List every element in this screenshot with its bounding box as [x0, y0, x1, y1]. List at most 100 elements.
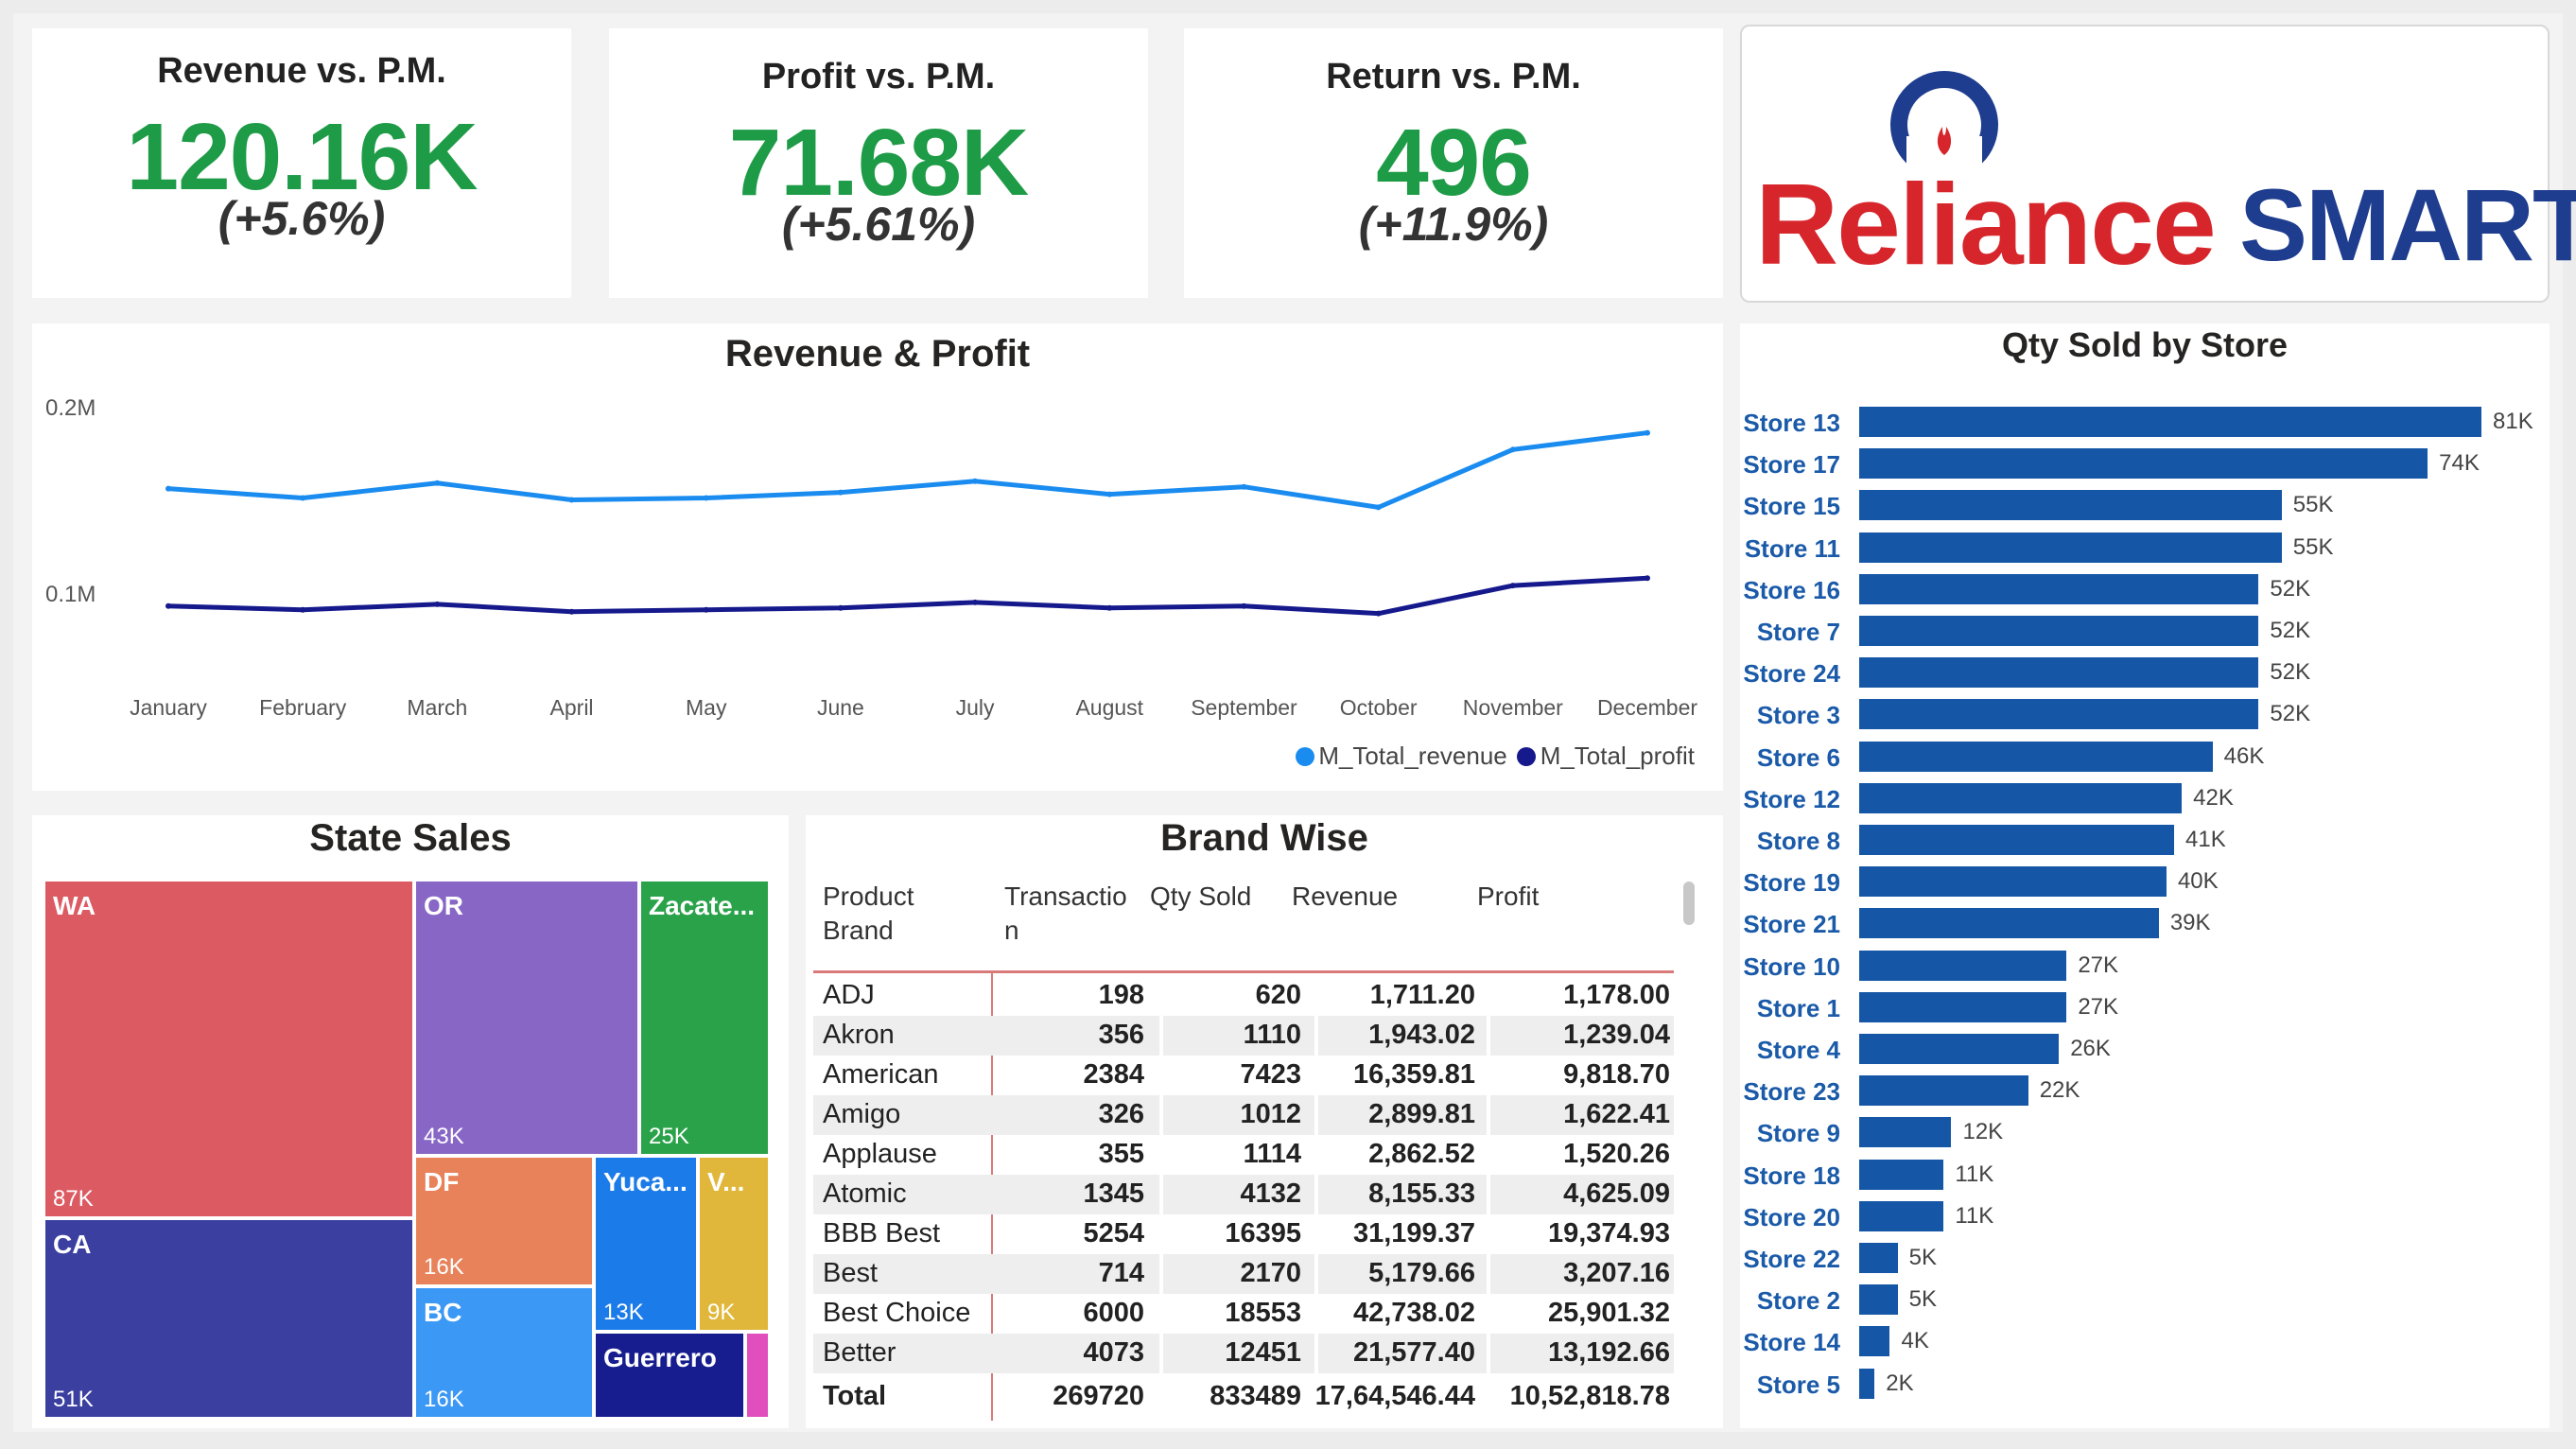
column-header[interactable]: Transactio n	[1004, 880, 1127, 948]
table-cell: 6000	[1083, 1298, 1144, 1328]
data-point[interactable]	[568, 608, 575, 615]
table-row[interactable]: ADJ 198 620 1,711.20 1,178.00	[813, 976, 1674, 1016]
table-cell: 2,862.52	[1368, 1139, 1475, 1169]
store-bar[interactable]	[1859, 1326, 1890, 1357]
store-bar[interactable]	[1859, 616, 2259, 646]
store-value-label: 12K	[1962, 1119, 2004, 1145]
data-point[interactable]	[1645, 575, 1650, 582]
brand-wise-table[interactable]: Brand Wise Product Brand Transactio n Qty So…	[806, 815, 1723, 1428]
store-bar[interactable]	[1859, 866, 2167, 898]
store-bar[interactable]	[1859, 490, 2282, 521]
state-sales-chart[interactable]: State Sales WA 87K CA 51K OR 43K Zacate... 25K D…	[32, 815, 789, 1428]
store-bar[interactable]	[1859, 825, 2175, 855]
store-bar[interactable]	[1859, 950, 2067, 981]
table-row[interactable]: American 2384 7423 16,359.81 9,818.70	[813, 1056, 1674, 1095]
treemap-value: 51K	[53, 1387, 94, 1412]
store-bar[interactable]	[1859, 1368, 1875, 1399]
data-point[interactable]	[165, 485, 171, 492]
data-point[interactable]	[837, 489, 844, 496]
table-row[interactable]: Amigo 326 1012 2,899.81 1,622.41	[813, 1095, 1674, 1135]
table-cell: 25,901.32	[1547, 1298, 1670, 1328]
series-line-revenue[interactable]	[167, 430, 1648, 510]
kpi-card-return[interactable]: Return vs. P.M. 496 (+11.9%)	[1184, 28, 1723, 298]
data-point[interactable]	[837, 604, 844, 611]
column-header[interactable]: Revenue	[1292, 880, 1398, 914]
store-bar[interactable]	[1859, 699, 2259, 730]
treemap-cell[interactable]: Yuca... 13K	[594, 1156, 698, 1332]
kpi-card-profit[interactable]: Profit vs. P.M. 71.68K (+5.61%)	[609, 28, 1148, 298]
legend-revenue-dot	[1295, 746, 1314, 766]
table-row[interactable]: Better 4073 12451 21,577.40 13,192.66	[813, 1334, 1674, 1373]
store-value-label: 11K	[1955, 1202, 1994, 1229]
data-point[interactable]	[300, 495, 306, 501]
data-point[interactable]	[703, 495, 709, 501]
revenue-profit-chart[interactable]: Revenue & Profit 0.2M 0.1M January February…	[32, 323, 1723, 791]
data-point[interactable]	[300, 606, 306, 613]
table-row[interactable]: Best Choice 6000 18553 42,738.02 25,901.32	[813, 1294, 1674, 1334]
data-point[interactable]	[972, 478, 979, 484]
treemap-cell[interactable]: Guerrero	[594, 1332, 745, 1419]
data-point[interactable]	[434, 601, 441, 607]
logo-card: Reliance SMART	[1740, 25, 2576, 303]
store-bar[interactable]	[1859, 532, 2282, 563]
store-bar[interactable]	[1859, 1117, 1952, 1148]
treemap-cell[interactable]: DF 16K	[414, 1156, 594, 1286]
qty-by-store-chart[interactable]: Qty Sold by Store Store 13 81K Store 17 74K…	[1740, 323, 2550, 1428]
column-header-line: Qty Sold	[1150, 882, 1252, 911]
treemap-cell[interactable]	[745, 1332, 770, 1419]
treemap-cell[interactable]: BC 16K	[414, 1286, 594, 1419]
table-row[interactable]: Applause 355 1114 2,862.52 1,520.26	[813, 1135, 1674, 1175]
store-bar[interactable]	[1859, 1284, 1898, 1316]
data-point[interactable]	[1241, 483, 1247, 490]
column-header[interactable]: Profit	[1477, 880, 1539, 914]
data-point[interactable]	[1106, 604, 1113, 611]
store-bar[interactable]	[1859, 991, 2067, 1022]
store-bar[interactable]	[1859, 448, 2428, 480]
kpi-card-revenue[interactable]: Revenue vs. P.M. 120.16K (+5.6%)	[32, 28, 571, 298]
column-header[interactable]: Product Brand	[823, 880, 914, 948]
data-point[interactable]	[972, 599, 979, 605]
store-bar[interactable]	[1859, 741, 2213, 772]
store-bar[interactable]	[1859, 1243, 1898, 1273]
x-tick-label: October	[1340, 695, 1418, 720]
table-cell: 1,178.00	[1563, 980, 1670, 1010]
store-bar[interactable]	[1859, 573, 2259, 604]
data-point[interactable]	[568, 497, 575, 503]
store-bar[interactable]	[1859, 1034, 2060, 1064]
data-point[interactable]	[1375, 504, 1382, 511]
table-row[interactable]: Best 714 2170 5,179.66 3,207.16	[813, 1254, 1674, 1294]
table-row[interactable]: Atomic 1345 4132 8,155.33 4,625.09	[813, 1175, 1674, 1214]
table-total-row[interactable]: Total 269720 833489 17,64,546.44 10,52,818.7…	[813, 1377, 1674, 1417]
data-point[interactable]	[703, 606, 709, 613]
table-cell: 326	[1098, 1099, 1144, 1129]
data-point[interactable]	[1645, 429, 1650, 436]
store-bar[interactable]	[1859, 1200, 1944, 1231]
table-cell: 1345	[1083, 1178, 1144, 1209]
store-bar[interactable]	[1859, 1159, 1944, 1190]
table-row[interactable]: Akron 356 1110 1,943.02 1,239.04	[813, 1016, 1674, 1056]
table-cell: 1,520.26	[1563, 1139, 1670, 1169]
data-point[interactable]	[1509, 446, 1516, 453]
treemap-cell[interactable]: OR 43K	[414, 880, 639, 1156]
store-bar[interactable]	[1859, 1075, 2028, 1107]
store-value-label: 42K	[2193, 784, 2234, 811]
data-point[interactable]	[1241, 602, 1247, 609]
treemap-cell[interactable]: CA 51K	[44, 1218, 414, 1419]
treemap-cell[interactable]: V... 9K	[698, 1156, 770, 1332]
data-point[interactable]	[434, 480, 441, 486]
treemap-cell[interactable]: Zacate... 25K	[639, 880, 770, 1156]
data-point[interactable]	[1509, 583, 1516, 589]
store-bar[interactable]	[1859, 782, 2183, 813]
treemap-cell[interactable]: WA 87K	[44, 880, 414, 1218]
store-bar[interactable]	[1859, 407, 2481, 437]
data-point[interactable]	[1106, 491, 1113, 498]
kpi-delta: (+11.9%)	[1358, 198, 1549, 251]
data-point[interactable]	[1375, 610, 1382, 617]
store-bar[interactable]	[1859, 908, 2159, 939]
store-value-label: 5K	[1908, 1245, 1937, 1270]
column-header[interactable]: Qty Sold	[1150, 880, 1251, 914]
store-bar[interactable]	[1859, 657, 2259, 689]
data-point[interactable]	[165, 602, 171, 609]
series-line-profit[interactable]	[167, 575, 1648, 617]
table-row[interactable]: BBB Best 5254 16395 31,199.37 19,374.93	[813, 1214, 1674, 1254]
